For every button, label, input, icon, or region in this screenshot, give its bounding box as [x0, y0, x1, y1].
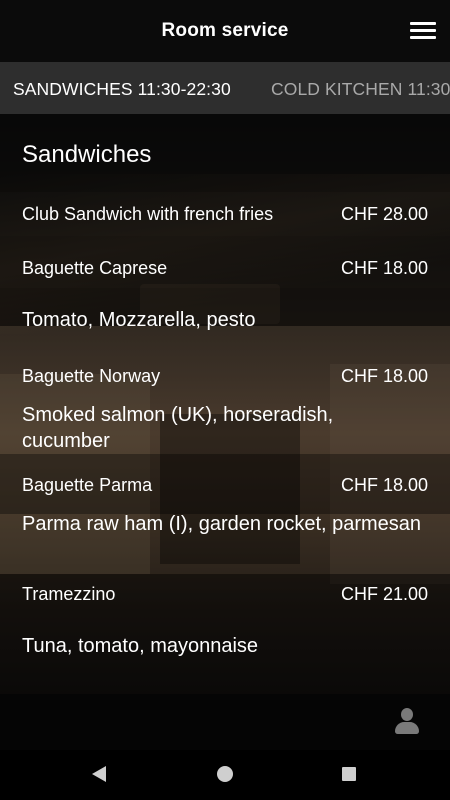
item-name: Baguette Parma	[22, 475, 153, 495]
app-bar: Room service	[0, 0, 450, 62]
item-price: CHF 28.00	[340, 204, 428, 224]
item-price: CHF 18.00	[340, 258, 428, 278]
item-description: Tomato, Mozzarella, pesto	[22, 309, 256, 331]
item-price: CHF 18.00	[340, 475, 428, 495]
item-name: Tramezzino	[22, 584, 116, 604]
recent-apps-square-icon[interactable]	[342, 767, 356, 781]
system-navigation-bar	[0, 750, 450, 800]
item-name: Baguette Caprese	[22, 258, 168, 278]
menu-content[interactable]: Sandwiches Club Sandwich with french fri…	[0, 114, 450, 694]
home-circle-icon[interactable]	[217, 766, 233, 782]
tab-sandwiches[interactable]: SANDWICHES 11:30-22:30	[13, 79, 231, 100]
item-price: CHF 18.00	[340, 366, 428, 386]
item-description: Parma raw ham (I), garden rocket, parmes…	[22, 513, 422, 535]
bottom-toolbar	[0, 694, 450, 750]
tab-cold-kitchen[interactable]: COLD KITCHEN 11:30	[271, 79, 450, 100]
user-profile-icon[interactable]	[394, 708, 420, 736]
section-title: Sandwiches	[22, 141, 152, 168]
item-name: Baguette Norway	[22, 366, 161, 386]
back-triangle-icon[interactable]	[92, 766, 106, 782]
category-tab-bar: SANDWICHES 11:30-22:30 COLD KITCHEN 11:3…	[0, 62, 450, 114]
app-title: Room service	[161, 20, 289, 41]
hamburger-menu-icon[interactable]	[410, 22, 436, 42]
item-description: Smoked salmon (UK), horseradish, cucumbe…	[22, 404, 334, 452]
item-name: Club Sandwich with french fries	[22, 204, 274, 224]
item-price: CHF 21.00	[340, 584, 428, 604]
item-description: Tuna, tomato, mayonnaise	[22, 635, 259, 657]
